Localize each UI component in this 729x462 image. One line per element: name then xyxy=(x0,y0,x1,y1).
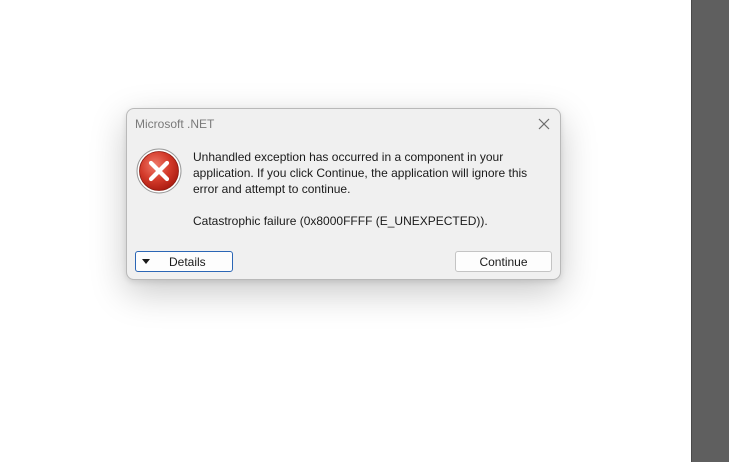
error-detail-text: Catastrophic failure (0x8000FFFF (E_UNEX… xyxy=(193,214,488,228)
error-dialog: Microsoft .NET Unhandled exception has o… xyxy=(126,108,561,280)
dialog-title: Microsoft .NET xyxy=(135,117,215,131)
chevron-down-icon xyxy=(142,259,150,264)
message-line: error and attempt to continue. xyxy=(193,182,351,196)
close-icon xyxy=(538,118,550,130)
right-side-panel xyxy=(691,0,729,462)
error-message: Unhandled exception has occurred in a co… xyxy=(193,149,543,229)
dialog-titlebar: Microsoft .NET xyxy=(127,109,560,139)
close-button[interactable] xyxy=(534,114,554,134)
desktop-background: Microsoft .NET Unhandled exception has o… xyxy=(0,0,729,462)
message-line: application. If you click Continue, the … xyxy=(193,166,528,180)
continue-button[interactable]: Continue xyxy=(455,251,552,272)
error-x-icon xyxy=(136,148,182,194)
details-button-label: Details xyxy=(169,254,206,269)
message-line: Unhandled exception has occurred in a co… xyxy=(193,150,504,164)
continue-button-label: Continue xyxy=(479,254,528,269)
details-button[interactable]: Details xyxy=(135,251,233,272)
